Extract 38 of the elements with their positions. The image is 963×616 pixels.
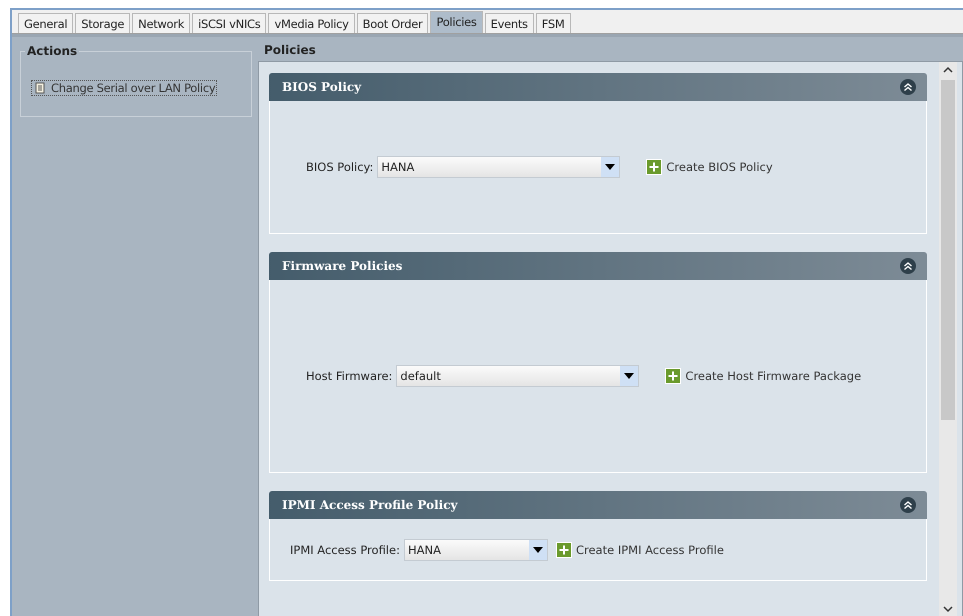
section-header[interactable]: BIOS Policy <box>269 73 927 101</box>
plus-icon <box>556 542 572 558</box>
scrollbar-thumb[interactable] <box>941 80 955 420</box>
tab[interactable]: FSM <box>536 13 570 33</box>
section-title: BIOS Policy <box>282 80 362 94</box>
tab[interactable]: Events <box>484 13 534 33</box>
tab[interactable]: Storage <box>75 13 130 33</box>
tab[interactable]: Boot Order <box>356 13 428 33</box>
field-label: IPMI Access Profile: <box>290 542 400 556</box>
section-header[interactable]: Firmware Policies <box>269 252 927 280</box>
dropdown[interactable]: HANA <box>404 538 548 560</box>
caret-icon <box>601 157 620 177</box>
section-title: Firmware Policies <box>282 259 402 273</box>
field-label: BIOS Policy: <box>306 160 374 174</box>
create-link[interactable]: Create IPMI Access Profile <box>556 542 724 558</box>
tab[interactable]: iSCSI vNICs <box>192 13 266 33</box>
scrollbar[interactable] <box>939 62 957 616</box>
tab[interactable]: Policies <box>430 11 483 33</box>
dropdown[interactable]: HANA <box>377 156 620 178</box>
panel-title: Policies <box>262 43 318 57</box>
panel-title: Actions <box>25 44 80 58</box>
field-label: Host Firmware: <box>306 369 392 383</box>
section-title: IPMI Access Profile Policy <box>282 498 458 512</box>
create-link[interactable]: Create Host Firmware Package <box>665 368 862 384</box>
section-header[interactable]: IPMI Access Profile Policy <box>269 491 927 519</box>
scroll-up-icon <box>943 66 953 74</box>
caret-icon <box>620 366 638 386</box>
scroll-down-icon <box>943 605 953 613</box>
create-link[interactable]: Create BIOS Policy <box>646 159 773 175</box>
plus-icon <box>646 159 662 175</box>
tab[interactable]: General <box>18 13 74 33</box>
action-link[interactable]: Change Serial over LAN Policy <box>31 80 218 96</box>
tab[interactable]: Network <box>132 13 190 33</box>
caret-icon <box>528 540 547 560</box>
tab[interactable]: vMedia Policy <box>268 13 355 33</box>
dropdown[interactable]: default <box>396 365 640 387</box>
scroll-icon <box>33 81 47 95</box>
plus-icon <box>665 368 682 384</box>
